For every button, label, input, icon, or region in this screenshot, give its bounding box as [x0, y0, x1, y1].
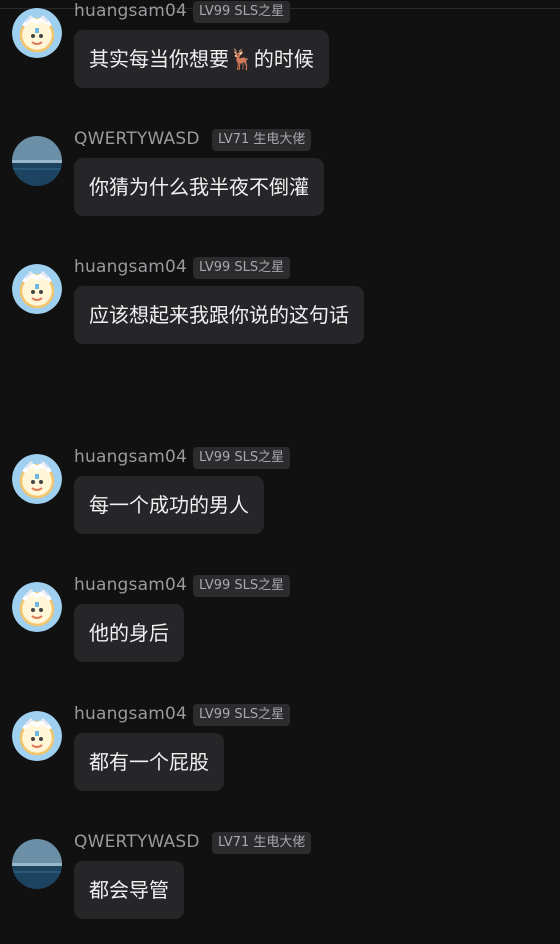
username[interactable]: huangsam04 — [74, 447, 187, 467]
username[interactable]: QWERTYWASD — [74, 129, 200, 149]
user-avatar-icon[interactable] — [12, 264, 62, 314]
username[interactable]: huangsam04 — [74, 257, 187, 277]
message-bubble[interactable]: 都会导管 — [74, 861, 184, 919]
user-level-badge: LV99 SLS之星 — [193, 704, 291, 726]
user-avatar-icon[interactable] — [12, 136, 62, 186]
user-level-badge: LV99 SLS之星 — [193, 257, 291, 279]
user-level-badge: LV99 SLS之星 — [193, 575, 291, 597]
message-bubble[interactable]: 你猜为什么我半夜不倒灌 — [74, 158, 324, 216]
user-avatar-icon[interactable] — [12, 711, 62, 761]
sea-horizon-avatar-icon — [12, 839, 62, 889]
message-bubble[interactable]: 应该想起来我跟你说的这句话 — [74, 286, 364, 344]
user-level-badge: LV99 SLS之星 — [193, 1, 291, 23]
cartoon-avatar-icon — [12, 8, 62, 58]
username[interactable]: QWERTYWASD — [74, 832, 200, 852]
message-bubble[interactable]: 他的身后 — [74, 604, 184, 662]
user-level-badge: LV71 生电大佬 — [212, 129, 312, 151]
user-avatar-icon[interactable] — [12, 454, 62, 504]
username[interactable]: huangsam04 — [74, 575, 187, 595]
sea-horizon-avatar-icon — [12, 136, 62, 186]
cartoon-avatar-icon — [12, 711, 62, 761]
user-level-badge: LV99 SLS之星 — [193, 447, 291, 469]
user-level-badge: LV71 生电大佬 — [212, 832, 312, 854]
user-avatar-icon[interactable] — [12, 8, 62, 58]
message-bubble[interactable]: 都有一个屁股 — [74, 733, 224, 791]
user-avatar-icon[interactable] — [12, 839, 62, 889]
message-bubble[interactable]: 其实每当你想要🦌的时候 — [74, 30, 329, 88]
username[interactable]: huangsam04 — [74, 704, 187, 724]
message-bubble[interactable]: 每一个成功的男人 — [74, 476, 264, 534]
cartoon-avatar-icon — [12, 264, 62, 314]
chat-log: huangsam04 LV99 SLS之星 其实每当你想要🦌的时候 QWERTY… — [0, 0, 560, 944]
cartoon-avatar-icon — [12, 582, 62, 632]
user-avatar-icon[interactable] — [12, 582, 62, 632]
cartoon-avatar-icon — [12, 454, 62, 504]
username[interactable]: huangsam04 — [74, 1, 187, 21]
